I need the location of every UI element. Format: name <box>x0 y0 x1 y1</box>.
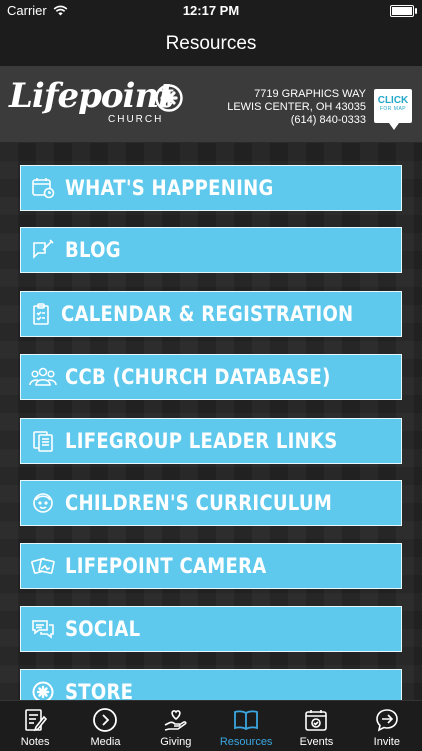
menu-item-label: STORE <box>65 680 134 700</box>
edit-note-icon <box>21 238 65 262</box>
menu-item-calendar-registration[interactable]: CALENDAR & REGISTRATION <box>20 291 402 337</box>
tab-label: Notes <box>20 736 50 748</box>
lifepoint-star-icon <box>155 84 183 112</box>
menu-item-blog[interactable]: BLOG <box>20 227 402 273</box>
tab-label: Events <box>299 736 334 748</box>
clipboard-check-icon <box>21 302 61 326</box>
menu-item-store[interactable]: STORE <box>20 669 402 700</box>
resources-list[interactable]: WHAT'S HAPPENING BLOG CALENDAR & REGISTR… <box>0 143 422 700</box>
lifepoint-star-icon <box>21 680 65 700</box>
menu-item-label: LIFEPOINT CAMERA <box>65 554 267 578</box>
tab-label: Giving <box>160 736 192 748</box>
menu-item-lifegroup-leader-links[interactable]: LIFEGROUP LEADER LINKS <box>20 418 402 464</box>
photos-icon <box>21 554 65 578</box>
menu-item-label: WHAT'S HAPPENING <box>65 176 274 200</box>
tab-giving[interactable]: Giving <box>141 701 211 751</box>
address-line-2: LEWIS CENTER, OH 43035 <box>227 101 366 113</box>
open-book-icon <box>234 710 259 731</box>
menu-item-label: LIFEGROUP LEADER LINKS <box>65 429 338 453</box>
menu-item-ccb[interactable]: CCB (CHURCH DATABASE) <box>20 354 402 400</box>
giving-hand-icon <box>164 710 187 731</box>
menu-item-label: CHILDREN'S CURRICULUM <box>65 491 333 515</box>
menu-item-childrens-curriculum[interactable]: CHILDREN'S CURRICULUM <box>20 480 402 526</box>
people-group-icon <box>21 365 65 389</box>
menu-item-label: BLOG <box>65 238 121 262</box>
logo-script-text: Lifepoint <box>9 76 174 116</box>
church-logo: Lifepoint CHURCH <box>9 76 187 134</box>
chat-bubbles-icon <box>21 617 65 641</box>
menu-item-lifepoint-camera[interactable]: LIFEPOINT CAMERA <box>20 543 402 589</box>
menu-item-label: CCB (CHURCH DATABASE) <box>65 365 331 389</box>
menu-item-social[interactable]: SOCIAL <box>20 606 402 652</box>
tab-events[interactable]: Events <box>281 701 351 751</box>
child-face-icon <box>21 491 65 515</box>
menu-item-label: CALENDAR & REGISTRATION <box>60 302 354 326</box>
map-button-sublabel: FOR MAP <box>379 106 407 112</box>
tab-invite[interactable]: Invite <box>352 701 422 751</box>
church-header: Lifepoint CHURCH 7719 GRAPHICS WAY LEWIS… <box>0 66 422 143</box>
calendar-clock-icon <box>21 176 65 200</box>
click-for-map-button[interactable]: CLICK FOR MAP <box>374 89 412 130</box>
menu-item-whats-happening[interactable]: WHAT'S HAPPENING <box>20 165 402 211</box>
play-circle-icon <box>93 708 118 732</box>
status-time: 12:17 PM <box>182 3 240 18</box>
tab-bar: Notes Media Giving Resources Events Invi… <box>0 700 422 751</box>
tab-media[interactable]: Media <box>70 701 140 751</box>
battery-icon <box>390 5 417 17</box>
calendar-check-icon <box>305 710 328 731</box>
logo-subtext: CHURCH <box>108 114 164 125</box>
menu-item-label: SOCIAL <box>65 617 141 641</box>
tab-label: Resources <box>219 736 273 748</box>
tab-resources[interactable]: Resources <box>211 701 281 751</box>
documents-icon <box>21 429 65 453</box>
chat-arrow-icon <box>375 709 398 732</box>
status-bar: Carrier 12:17 PM <box>0 0 422 22</box>
notes-icon <box>25 709 48 732</box>
address-line-1: 7719 GRAPHICS WAY <box>254 88 366 100</box>
map-button-label: CLICK <box>377 95 409 106</box>
tab-notes[interactable]: Notes <box>0 701 70 751</box>
navigation-bar: Resources <box>0 22 422 66</box>
church-address: 7719 GRAPHICS WAY LEWIS CENTER, OH 43035… <box>227 88 366 127</box>
tab-label: Invite <box>373 736 400 748</box>
page-title: Resources <box>165 33 257 54</box>
tab-label: Media <box>90 736 121 748</box>
phone-number[interactable]: (614) 840-0333 <box>227 114 366 127</box>
